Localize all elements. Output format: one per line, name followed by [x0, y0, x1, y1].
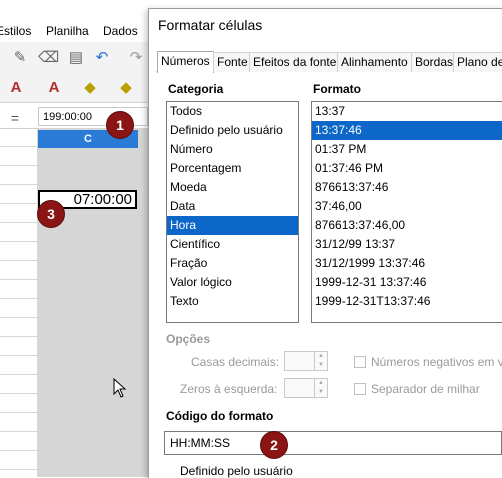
negative-red-checkbox[interactable]	[354, 356, 366, 368]
menu-planilha[interactable]: Planilha	[46, 24, 89, 38]
equals-icon[interactable]: =	[0, 110, 30, 126]
format-item[interactable]: 37:46,00	[312, 197, 502, 216]
format-item-selected[interactable]: 13:37:46	[312, 121, 502, 140]
spinner-arrows-icon[interactable]: ▲ ▼	[314, 379, 327, 397]
negative-red-label: Números negativos em v	[371, 355, 502, 369]
badge-3: 3	[37, 200, 65, 228]
spinner-arrows-icon[interactable]: ▲ ▼	[314, 352, 327, 370]
tab-bordas[interactable]: Bordas	[411, 52, 458, 72]
format-code-label: Código do formato	[166, 409, 274, 423]
tab-numeros[interactable]: Números	[157, 51, 214, 73]
category-label: Categoria	[168, 82, 224, 96]
cell-grid[interactable]	[0, 128, 150, 477]
category-list[interactable]: Todos Definido pelo usuário Número Porce…	[166, 101, 299, 323]
thousands-separator-checkbox[interactable]	[354, 383, 366, 395]
tab-efeitos-da-fonte[interactable]: Efeitos da fonte	[249, 52, 341, 72]
menu-estilos[interactable]: Estilos	[0, 24, 31, 38]
format-code-description: Definido pelo usuário	[180, 464, 293, 478]
brush-icon[interactable]: ✎	[10, 48, 30, 68]
category-item[interactable]: Porcentagem	[167, 159, 298, 178]
category-item[interactable]: Texto	[167, 292, 298, 311]
leading-zeros-spinner[interactable]: ▲ ▼	[284, 378, 328, 398]
badge-2: 2	[260, 431, 288, 459]
category-item[interactable]: Todos	[167, 102, 298, 121]
format-item[interactable]: 31/12/1999 13:37:46	[312, 254, 502, 273]
paste-icon[interactable]: ▤	[66, 48, 86, 68]
cell-bg-icon[interactable]: ◆	[116, 78, 136, 98]
font-color-icon[interactable]: A	[6, 78, 26, 98]
format-item[interactable]: 31/12/99 13:37	[312, 235, 502, 254]
category-item-selected[interactable]: Hora	[167, 216, 298, 235]
category-item[interactable]: Número	[167, 140, 298, 159]
dialog-title: Formatar células	[158, 17, 263, 33]
thousands-separator-label: Separador de milhar	[371, 382, 480, 396]
format-list[interactable]: 13:37 13:37:46 01:37 PM 01:37:46 PM 8766…	[311, 101, 502, 323]
category-item[interactable]: Científico	[167, 235, 298, 254]
highlight-icon[interactable]: ◆	[80, 78, 100, 98]
format-item[interactable]: 876613:37:46,00	[312, 216, 502, 235]
decimal-places-label: Casas decimais:	[191, 355, 280, 369]
decimal-places-spinner[interactable]: ▲ ▼	[284, 351, 328, 371]
category-item[interactable]: Moeda	[167, 178, 298, 197]
menu-dados[interactable]: Dados	[103, 24, 138, 38]
tab-plano-de-fundo[interactable]: Plano de	[453, 52, 502, 72]
format-item[interactable]: 1999-12-31T13:37:46	[312, 292, 502, 311]
format-code-input[interactable]: HH:MM:SS	[164, 431, 502, 455]
redo-icon[interactable]: ↷	[126, 48, 146, 68]
category-item[interactable]: Valor lógico	[167, 273, 298, 292]
font-color-icon-2[interactable]: A	[44, 78, 64, 98]
category-item[interactable]: Fração	[167, 254, 298, 273]
clear-format-icon[interactable]: ⌫	[38, 48, 59, 68]
badge-1: 1	[106, 111, 134, 139]
category-item[interactable]: Definido pelo usuário	[167, 121, 298, 140]
column-divider	[138, 128, 139, 477]
tab-alinhamento[interactable]: Alinhamento	[337, 52, 412, 72]
mouse-cursor-icon	[113, 378, 127, 398]
format-item[interactable]: 876613:37:46	[312, 178, 502, 197]
format-label: Formato	[313, 82, 361, 96]
category-item[interactable]: Data	[167, 197, 298, 216]
leading-zeros-label: Zeros à esquerda:	[180, 382, 278, 396]
undo-icon[interactable]: ↶	[92, 48, 112, 68]
menu-bar: Estilos Planilha Dados	[0, 20, 150, 42]
options-label: Opções	[166, 332, 211, 346]
tab-fonte[interactable]: Fonte	[213, 52, 252, 72]
format-item[interactable]: 13:37	[312, 102, 502, 121]
format-item[interactable]: 01:37:46 PM	[312, 159, 502, 178]
format-item[interactable]: 01:37 PM	[312, 140, 502, 159]
format-item[interactable]: 1999-12-31 13:37:46	[312, 273, 502, 292]
